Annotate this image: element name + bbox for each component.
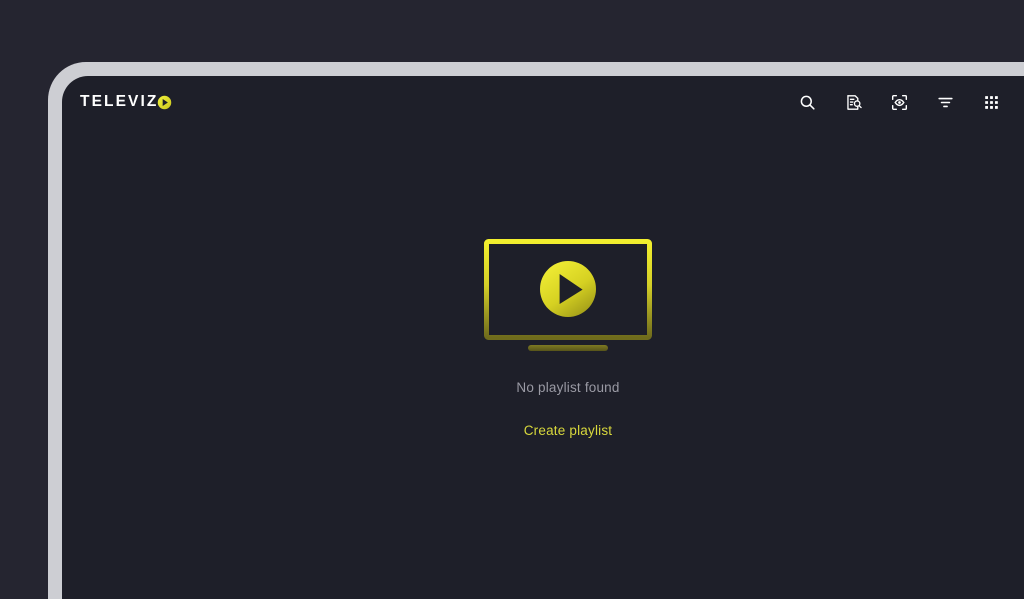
tv-with-play-logo-icon	[484, 238, 652, 355]
empty-state-title: No playlist found	[516, 379, 620, 395]
empty-state: No playlist found Create playlist	[62, 76, 1024, 599]
tablet-screen: TELEVIZ No playlist found Create playlis…	[62, 76, 1024, 599]
create-playlist-button[interactable]: Create playlist	[518, 420, 619, 442]
scene-background: TELEVIZ No playlist found Create playlis…	[0, 0, 1024, 599]
